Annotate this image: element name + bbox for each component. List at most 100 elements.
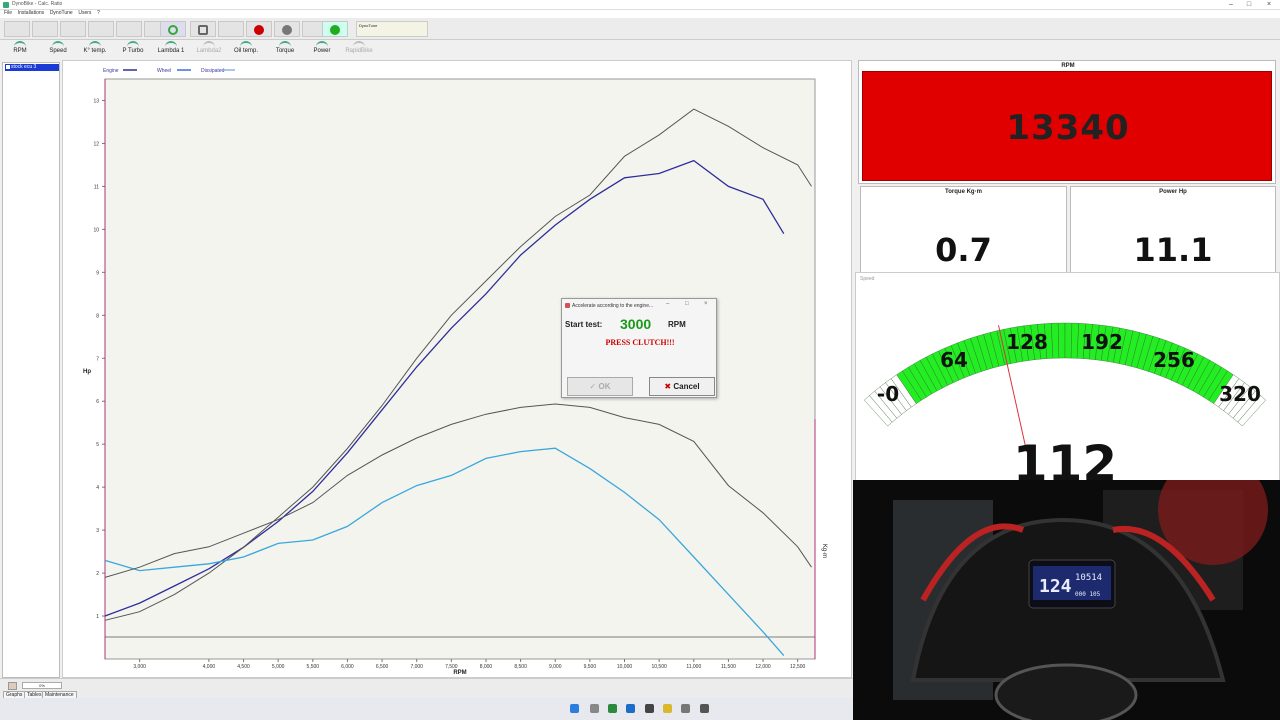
menu-help[interactable]: ? (97, 10, 100, 16)
channel-lambda2[interactable]: Lambda2 (194, 40, 224, 58)
gauge-tick-256: 256 (1153, 348, 1195, 372)
channel-bar: RPM Speed K° temp. P Turbo Lambda 1 Lamb… (0, 40, 380, 58)
toolbar-button-f12[interactable] (322, 21, 348, 37)
channel-rpm[interactable]: RPM (6, 40, 34, 58)
toolbar-button-f3[interactable] (60, 21, 86, 37)
toolbar-button-f5[interactable] (116, 21, 142, 37)
gauge-icon (89, 41, 101, 47)
channel-k-temp[interactable]: K° temp. (80, 40, 110, 58)
gauge-tick-192: 192 (1081, 330, 1123, 354)
y-tick-label: 1 (96, 614, 99, 620)
channel-oil-temp[interactable]: Oil temp. (230, 40, 262, 58)
close-icon[interactable]: × (704, 301, 708, 307)
run-item[interactable]: stock ecu 3 (5, 64, 59, 71)
x-tick-label: 6,500 (376, 664, 389, 670)
start-test-unit: RPM (668, 320, 686, 329)
channel-p-turbo[interactable]: P Turbo (118, 40, 148, 58)
dash-odo: 000 105 (1075, 591, 1101, 598)
run-icon[interactable] (8, 682, 17, 690)
gauge-tick-0: -0 (877, 382, 899, 406)
app-icon[interactable] (626, 704, 635, 713)
channel-power[interactable]: Power (308, 40, 336, 58)
start-icon[interactable] (570, 704, 579, 713)
legend-label: Dissipated (201, 68, 225, 74)
x-tick-label: 5,000 (272, 664, 285, 670)
x-tick-label: 4,000 (203, 664, 216, 670)
gauge-tick-128: 128 (1006, 330, 1048, 354)
torque-value: 0.7 (935, 231, 992, 269)
torque-title: Torque Kg·m (945, 189, 982, 195)
run-checkbox[interactable] (6, 65, 10, 69)
x-tick-label: 9,500 (584, 664, 597, 670)
dash-rpm: 10514 (1075, 573, 1102, 583)
y-tick-label: 2 (96, 571, 99, 577)
menu-file[interactable]: File (4, 10, 12, 16)
gauge-icon (203, 41, 215, 47)
title-bar: DynoBike - Calc. Ratio – □ × (0, 0, 1280, 10)
power-value: 11.1 (1133, 231, 1213, 269)
y-axis-label-left: Hp (83, 369, 91, 375)
x-tick-label: 10,000 (617, 664, 633, 670)
gauge-icon (52, 41, 64, 47)
maximize-icon[interactable]: □ (685, 301, 689, 307)
channel-torque[interactable]: Torque (270, 40, 300, 58)
y-tick-label: 8 (96, 313, 99, 319)
ok-button[interactable]: ✓ OK (567, 377, 633, 396)
speed-gauge: -0 64 128 192 256 320 112 (864, 322, 1266, 481)
close-window-button[interactable]: × (1260, 0, 1278, 10)
press-clutch-message: PRESS CLUTCH!!! (605, 338, 675, 347)
legend-label: Engine (103, 68, 119, 74)
legend-label: Wheel (157, 68, 171, 74)
x-tick-label: 10,500 (651, 664, 667, 670)
channel-rapidbike[interactable]: RapidBike (342, 40, 376, 58)
minimize-icon[interactable]: – (666, 301, 669, 307)
x-tick-label: 8,000 (480, 664, 493, 670)
toolbar-button-f1[interactable] (4, 21, 30, 37)
app-icon[interactable] (663, 704, 672, 713)
y-tick-label: 11 (94, 184, 99, 190)
dyno-chart: 3,000 4,000 4,500 5,000 5,500 6,000 6,500 7,000… (83, 68, 827, 676)
start-test-dialog: Accelerate according to the engine... – … (561, 298, 717, 398)
y-tick-label: 7 (96, 356, 99, 362)
x-tick-label: 4,500 (237, 664, 250, 670)
gauge-icon (279, 41, 291, 47)
toolbar-button-f4[interactable] (88, 21, 114, 37)
x-tick-label: 12,000 (755, 664, 771, 670)
toolbar (0, 18, 1280, 40)
toolbar-button-f9[interactable] (218, 21, 244, 37)
rpm-value: 13340 (1006, 108, 1130, 148)
menu-dynotune[interactable]: DynoTune (50, 10, 73, 16)
y-tick-label: 3 (96, 528, 99, 534)
app-icon[interactable] (681, 704, 690, 713)
y-tick-label: 5 (96, 442, 99, 448)
menu-users[interactable]: Users (78, 10, 91, 16)
channel-lambda1[interactable]: Lambda 1 (154, 40, 188, 58)
app-icon[interactable] (608, 704, 617, 713)
toolbar-button-f8[interactable] (190, 21, 216, 37)
rpm-display: 13340 (862, 71, 1272, 181)
toolbar-button-f7[interactable] (160, 21, 186, 37)
x-tick-label: 5,500 (307, 664, 320, 670)
y-tick-label: 9 (96, 270, 99, 276)
cancel-button[interactable]: ✖ Cancel (649, 377, 715, 396)
dialog-icon (565, 303, 570, 308)
app-icon[interactable] (645, 704, 654, 713)
x-tick-label: 8,500 (514, 664, 527, 670)
maximize-button[interactable]: □ (1240, 0, 1258, 10)
stop-button[interactable] (274, 21, 300, 37)
toolbar-button-f2[interactable] (32, 21, 58, 37)
record-button[interactable] (246, 21, 272, 37)
channel-speed[interactable]: Speed (44, 40, 72, 58)
bottom-bar: 0% Graphs Tables Maintenance (0, 678, 855, 699)
minimize-button[interactable]: – (1222, 0, 1240, 10)
search-icon[interactable] (590, 704, 599, 713)
x-tick-label: 3,000 (133, 664, 146, 670)
x-tick-label: 9,000 (549, 664, 562, 670)
x-tick-label: 6,000 (341, 664, 354, 670)
gauge-segment (1064, 322, 1073, 359)
x-tick-label: 11,500 (721, 664, 736, 670)
app-icon[interactable] (700, 704, 709, 713)
menu-installations[interactable]: Installations (18, 10, 44, 16)
y-tick-label: 4 (96, 485, 99, 491)
dyno-graph[interactable]: 3,000 4,000 4,500 5,000 5,500 6,000 6,500 7,000… (62, 60, 852, 678)
